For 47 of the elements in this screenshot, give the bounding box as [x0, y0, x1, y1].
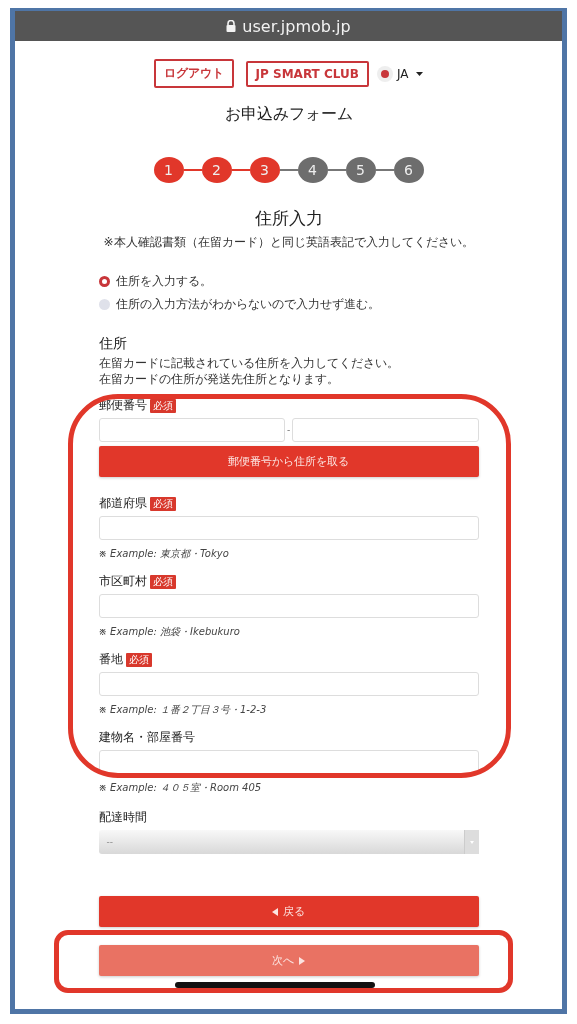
section-note: ※本人確認書類（在留カード）と同じ英語表記で入力してください。 — [102, 234, 475, 251]
address-description: 在留カードに記載されている住所を入力してください。 — [98, 355, 400, 372]
step-indicator: 3 — [249, 157, 280, 183]
field-label: 配達時間 — [98, 809, 147, 827]
field-hint: ※ Example: 池袋・Ikebukuro — [98, 625, 241, 640]
radio-label: 住所を入力する。 — [115, 273, 212, 290]
text-field[interactable] — [98, 594, 479, 619]
postal-code-field[interactable] — [292, 418, 479, 443]
form-title: お申込みフォーム — [223, 104, 354, 125]
language-selector[interactable]: JA — [380, 66, 424, 81]
required-badge: 必須 — [149, 496, 176, 511]
caret-left-icon — [272, 907, 278, 916]
lock-icon — [226, 20, 237, 32]
field-hint: ※ Example: 東京都・Tokyo — [98, 547, 230, 562]
radio-button[interactable] — [98, 276, 110, 287]
text-field[interactable] — [98, 672, 479, 697]
postal-lookup-button[interactable]: 郵便番号から住所を取る — [98, 446, 479, 478]
field-hint: ※ Example: ４０５室・Room 405 — [98, 781, 263, 796]
field-hint: ※ Example: １番２丁目３号・1-2-3 — [98, 703, 268, 718]
radio-label: 住所の入力方法がわからないので入力せず進む。 — [115, 296, 380, 313]
url-text: user.jpmob.jp — [242, 16, 351, 36]
address-title: 住所 — [98, 335, 128, 353]
radio-button[interactable] — [98, 299, 110, 310]
field-label: 郵便番号 — [98, 397, 147, 415]
step-indicator: 6 — [393, 157, 424, 183]
separator-text: - — [286, 425, 291, 436]
section-title: 住所入力 — [253, 207, 324, 230]
caret-right-icon — [299, 956, 305, 965]
postal-code-field[interactable] — [98, 418, 285, 443]
address-description: 在留カードの住所が発送先住所となります。 — [98, 371, 340, 388]
field-label: 市区町村 — [98, 573, 147, 591]
step-indicator: 4 — [297, 157, 328, 183]
step-indicator: 1 — [153, 157, 184, 183]
step-indicator: 5 — [345, 157, 376, 183]
caret-down-icon — [416, 71, 424, 76]
text-field[interactable] — [98, 516, 479, 541]
back-button[interactable]: 戻る — [98, 896, 479, 928]
club-button[interactable]: JP SMART CLUB — [245, 60, 369, 87]
required-badge: 必須 — [149, 574, 176, 589]
select-field[interactable]: -- — [98, 830, 479, 855]
address-bar[interactable]: user.jpmob.jp — [15, 11, 562, 41]
field-label: 都道府県 — [98, 495, 147, 513]
logout-button[interactable]: ログアウト — [153, 59, 234, 88]
step-indicator: 2 — [201, 157, 232, 183]
required-badge: 必須 — [125, 652, 152, 667]
field-label: 番地 — [98, 651, 123, 669]
field-label: 建物名・部屋番号 — [98, 729, 195, 747]
